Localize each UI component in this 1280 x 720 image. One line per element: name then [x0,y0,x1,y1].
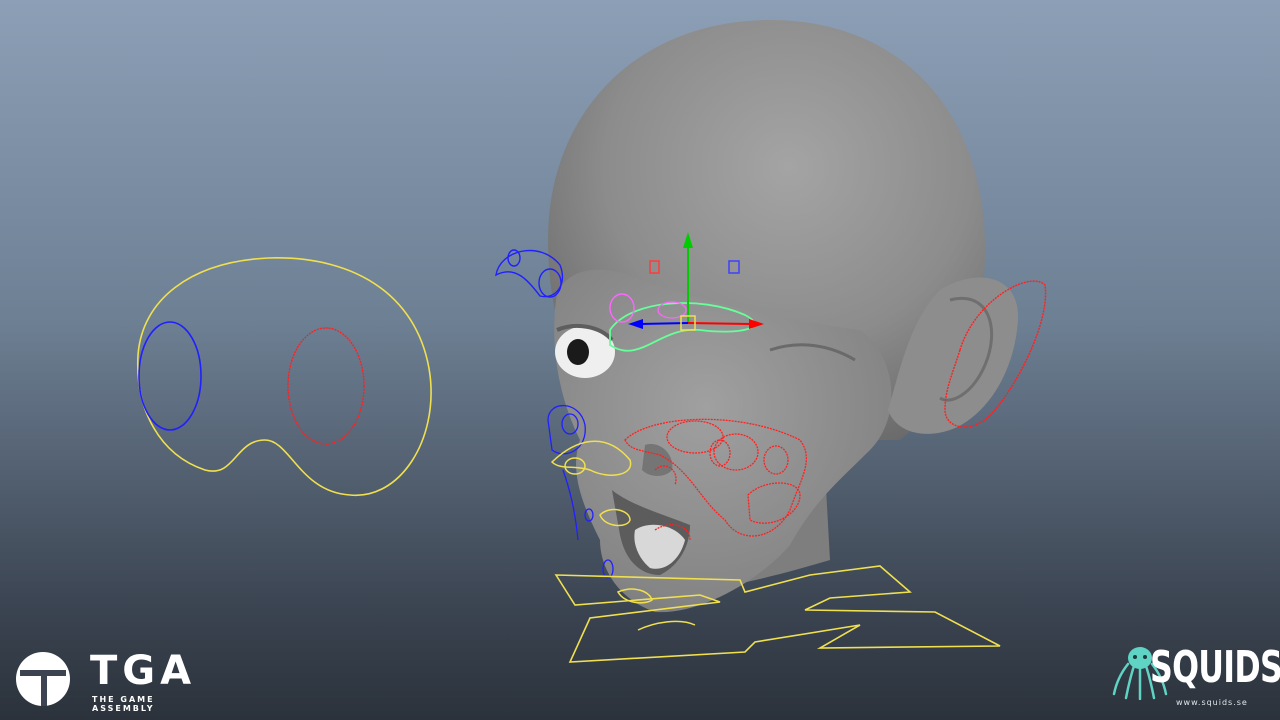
eye-controller[interactable] [137,257,432,496]
tga-subtitle: THE GAME ASSEMBLY [92,695,155,713]
eye-controller-right[interactable] [287,327,365,445]
squids-logo: SQUIDS www.squids.se [1110,640,1280,710]
squids-url: www.squids.se [1176,698,1248,707]
3d-viewport[interactable]: TGA THE GAME ASSEMBLY SQUIDS www.squids.… [0,0,1280,720]
tga-title: TGA [90,648,197,694]
viewport-scene[interactable] [0,0,1280,720]
tga-logo: TGA THE GAME ASSEMBLY [14,648,214,713]
head-mesh[interactable] [548,20,1019,613]
eyeball [555,323,615,378]
eye-controller-left[interactable] [138,321,202,431]
eye-controller-outline[interactable] [137,257,432,496]
tga-logo-icon [16,652,70,706]
squids-title: SQUIDS [1150,642,1280,693]
